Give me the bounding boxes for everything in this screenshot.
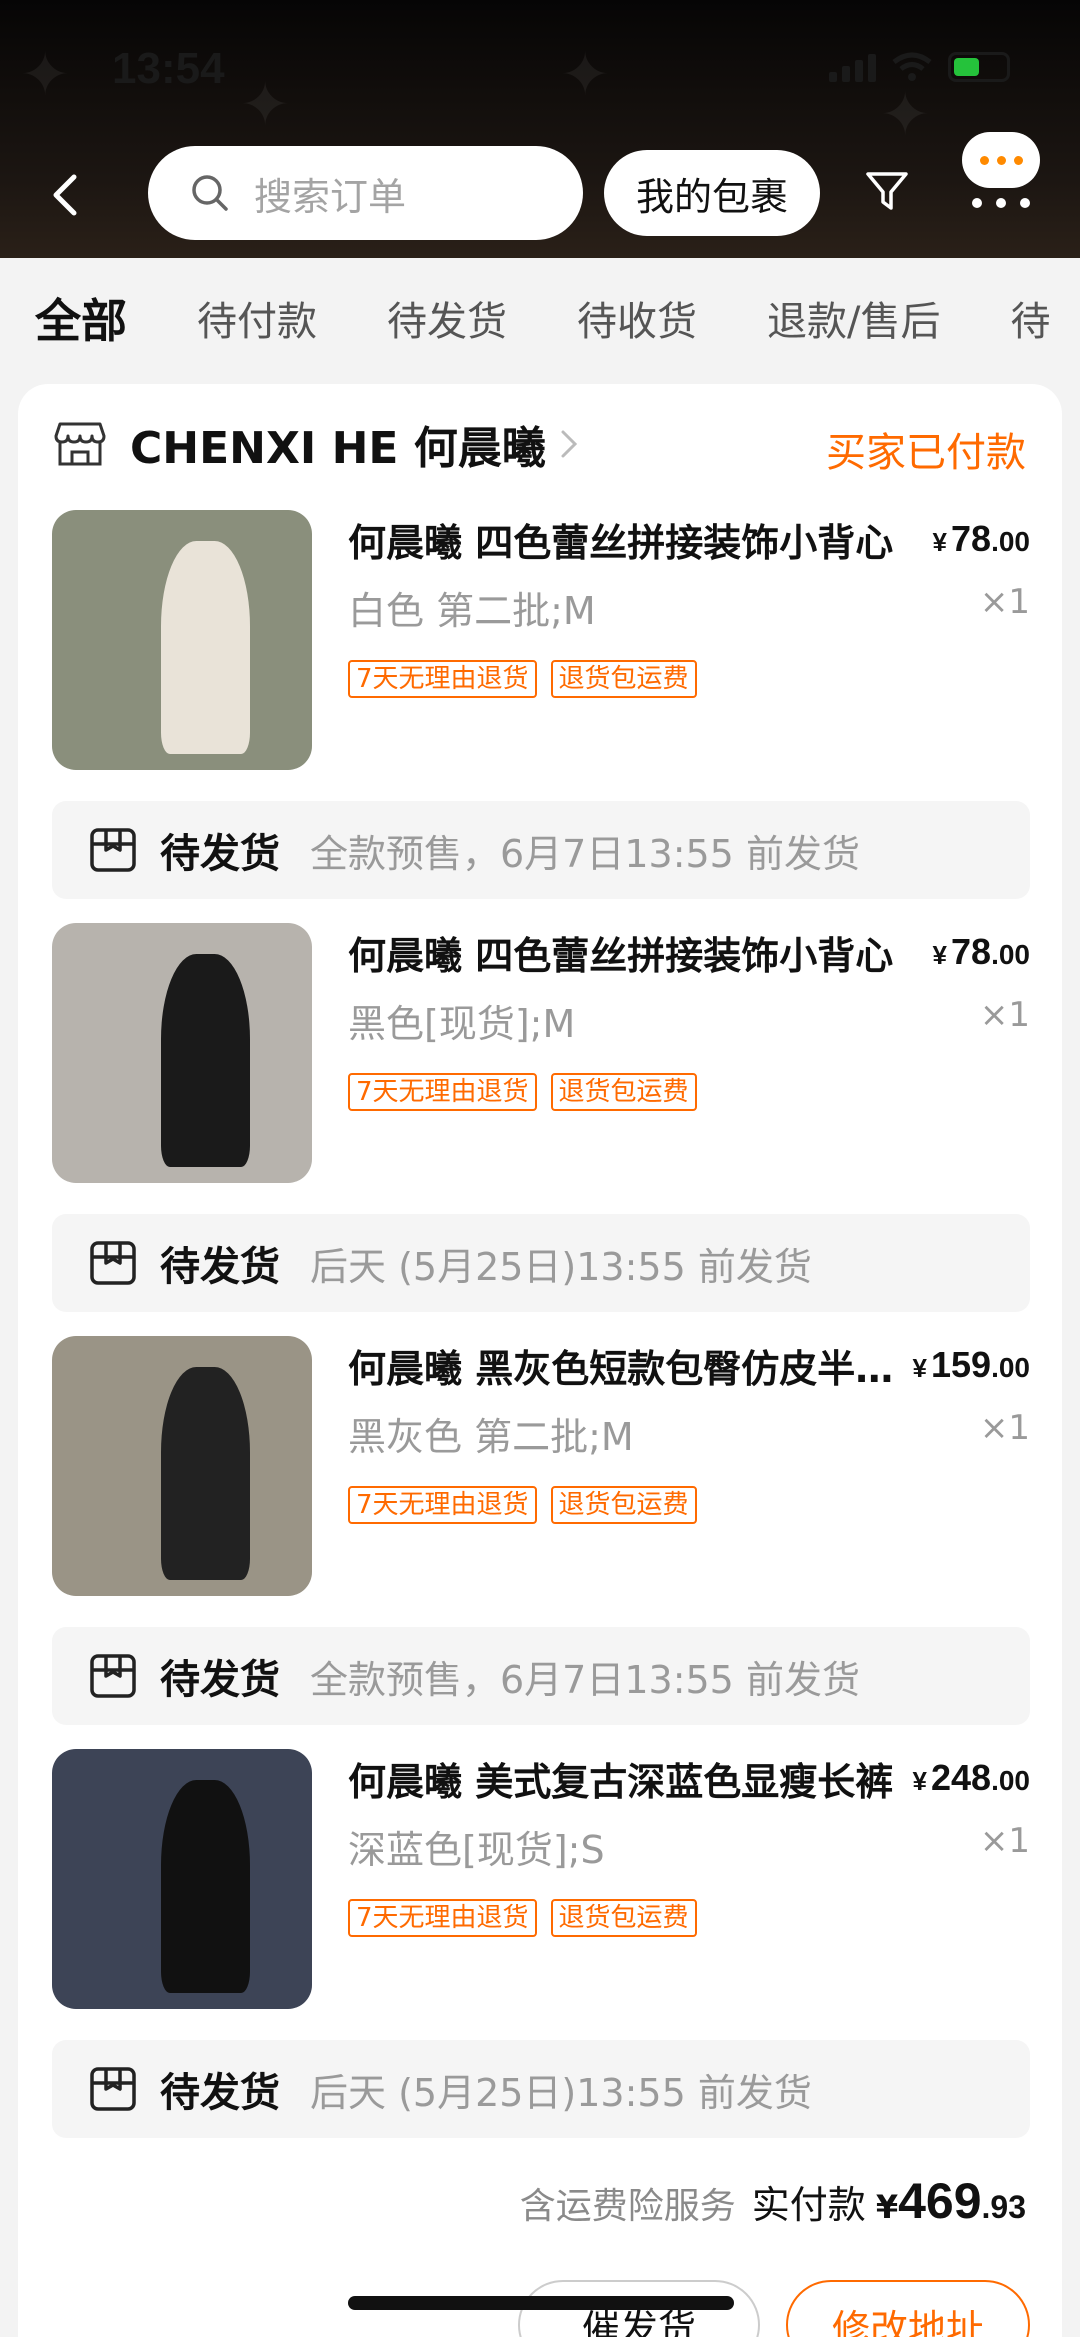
shipping-label: 待发货 xyxy=(160,831,280,877)
home-indicator xyxy=(348,2296,734,2310)
shipping-status-bar[interactable]: 待发货 后天 (5月25日)13:55 前发货 xyxy=(52,1214,1030,1312)
service-tags: 7天无理由退货 退货包运费 xyxy=(348,1073,697,1111)
more-icon xyxy=(962,132,1040,188)
service-tags: 7天无理由退货 退货包运费 xyxy=(348,1486,697,1524)
shipping-desc: 后天 (5月25日)13:55 前发货 xyxy=(310,1244,812,1289)
service-tag: 7天无理由退货 xyxy=(348,660,537,698)
search-input[interactable]: 搜索订单 xyxy=(148,146,583,240)
shipping-desc: 全款预售，6月7日13:55 前发货 xyxy=(310,831,860,876)
product-spec: 深蓝色[现货];S xyxy=(348,1828,605,1872)
shipping-desc: 全款预售，6月7日13:55 前发货 xyxy=(310,1657,860,1702)
product-image[interactable] xyxy=(52,923,312,1183)
package-icon xyxy=(90,1654,136,1698)
service-tag: 7天无理由退货 xyxy=(348,1073,537,1111)
shipping-status-bar[interactable]: 待发货 全款预售，6月7日13:55 前发货 xyxy=(52,801,1030,899)
product-qty: ×1 xyxy=(979,1408,1030,1448)
modify-address-button[interactable]: 修改地址 xyxy=(786,2280,1030,2337)
product-price: ¥78.00 xyxy=(932,931,1030,972)
shipping-label: 待发货 xyxy=(160,1657,280,1703)
shipping-status-bar[interactable]: 待发货 全款预售，6月7日13:55 前发货 xyxy=(52,1627,1030,1725)
product-image[interactable] xyxy=(52,510,312,770)
product-figure xyxy=(161,1367,250,1581)
chevron-right-icon xyxy=(561,430,577,458)
product-price: ¥248.00 xyxy=(912,1757,1030,1798)
shop-link[interactable]: CHENXI HE 何晨曦 xyxy=(54,414,580,474)
product-image[interactable] xyxy=(52,1336,312,1596)
decor-pattern: ✦ xyxy=(20,40,71,110)
total-currency: ¥ xyxy=(875,2188,899,2226)
order-tabs: 全部 待付款 待发货 待收货 退款/售后 待 xyxy=(0,258,1080,378)
product-figure xyxy=(161,541,250,755)
signal-icon xyxy=(829,54,876,82)
status-icons xyxy=(829,52,1010,82)
service-tag: 7天无理由退货 xyxy=(348,1899,537,1937)
product-price: ¥159.00 xyxy=(912,1344,1030,1385)
product-image[interactable] xyxy=(52,1749,312,2009)
more-dots-icon xyxy=(962,198,1040,208)
search-icon xyxy=(192,175,228,211)
product-figure xyxy=(161,1780,250,1994)
product-spec: 黑灰色 第二批;M xyxy=(348,1415,634,1459)
wifi-icon xyxy=(892,52,932,81)
product-qty: ×1 xyxy=(979,995,1030,1035)
total-integer: 469 xyxy=(898,2173,982,2229)
product-qty: ×1 xyxy=(979,582,1030,622)
service-tags: 7天无理由退货 退货包运费 xyxy=(348,1899,697,1937)
paid-label: 实付款 xyxy=(751,2183,866,2227)
product-title: 何晨曦 四色蕾丝拼接装饰小背心 xyxy=(348,521,894,565)
insurance-note: 含运费险服务 xyxy=(519,2186,736,2227)
product-title: 何晨曦 美式复古深蓝色显瘦长裤 xyxy=(348,1760,894,1804)
tab-refund[interactable]: 退款/售后 xyxy=(767,289,940,347)
shipping-label: 待发货 xyxy=(160,1244,280,1290)
tab-all[interactable]: 全部 xyxy=(35,285,127,351)
package-icon xyxy=(90,828,136,872)
total-row: 含运费险服务 实付款 ¥ 469 .93 xyxy=(520,2172,1026,2230)
search-placeholder: 搜索订单 xyxy=(254,174,407,219)
shipping-desc: 后天 (5月25日)13:55 前发货 xyxy=(310,2070,812,2115)
service-tag: 退货包运费 xyxy=(550,1486,697,1524)
battery-icon xyxy=(948,52,1010,82)
tab-pending-payment[interactable]: 待付款 xyxy=(197,289,317,347)
tab-pending-shipment[interactable]: 待发货 xyxy=(387,289,507,347)
service-tag: 退货包运费 xyxy=(550,1899,697,1937)
total-decimal: .93 xyxy=(981,2189,1026,2225)
service-tags: 7天无理由退货 退货包运费 xyxy=(348,660,697,698)
order-status: 买家已付款 xyxy=(826,430,1026,476)
my-packages-button[interactable]: 我的包裹 xyxy=(604,150,820,236)
order-item[interactable]: 何晨曦 美式复古深蓝色显瘦长裤 ¥248.00 深蓝色[现货];S ×1 7天无理由退货… xyxy=(52,1749,1030,2011)
status-time: 13:54 xyxy=(112,44,225,93)
tab-more[interactable]: 待 xyxy=(1010,289,1050,347)
more-button[interactable] xyxy=(962,132,1040,208)
tab-pending-receipt[interactable]: 待收货 xyxy=(577,289,697,347)
service-tag: 7天无理由退货 xyxy=(348,1486,537,1524)
order-item[interactable]: 何晨曦 四色蕾丝拼接装饰小背心 ¥78.00 白色 第二批;M ×1 7天无理由退货 退货… xyxy=(52,510,1030,772)
shop-name: CHENXI HE 何晨曦 xyxy=(130,423,546,474)
package-icon xyxy=(90,2067,136,2111)
shop-icon xyxy=(54,422,106,466)
back-button[interactable] xyxy=(50,165,90,225)
product-figure xyxy=(161,954,250,1168)
package-icon xyxy=(90,1241,136,1285)
shipping-label: 待发货 xyxy=(160,2070,280,2116)
decor-pattern: ✦ xyxy=(560,40,611,110)
filter-icon[interactable] xyxy=(864,168,910,214)
decor-pattern: ✦ xyxy=(880,80,931,150)
service-tag: 退货包运费 xyxy=(550,660,697,698)
chevron-left-icon xyxy=(53,174,77,216)
product-title: 何晨曦 四色蕾丝拼接装饰小背心 xyxy=(348,934,894,978)
product-title: 何晨曦 黑灰色短款包臀仿皮半身裙 xyxy=(348,1347,908,1391)
top-header: ✦ ✦ ✦ ✦ 13:54 搜索订单 我的包裹 xyxy=(0,0,1080,258)
product-price: ¥78.00 xyxy=(932,518,1030,559)
order-item[interactable]: 何晨曦 黑灰色短款包臀仿皮半身裙 ¥159.00 黑灰色 第二批;M ×1 7天无理由退… xyxy=(52,1336,1030,1598)
product-spec: 黑色[现货];M xyxy=(348,1002,576,1046)
order-card[interactable]: CHENXI HE 何晨曦 买家已付款 何晨曦 四色蕾丝拼接装饰小背心 ¥78.0… xyxy=(18,384,1062,2337)
order-item[interactable]: 何晨曦 四色蕾丝拼接装饰小背心 ¥78.00 黑色[现货];M ×1 7天无理由退货 退货… xyxy=(52,923,1030,1185)
product-spec: 白色 第二批;M xyxy=(348,589,596,633)
service-tag: 退货包运费 xyxy=(550,1073,697,1111)
product-qty: ×1 xyxy=(979,1821,1030,1861)
decor-pattern: ✦ xyxy=(240,70,291,140)
shipping-status-bar[interactable]: 待发货 后天 (5月25日)13:55 前发货 xyxy=(52,2040,1030,2138)
